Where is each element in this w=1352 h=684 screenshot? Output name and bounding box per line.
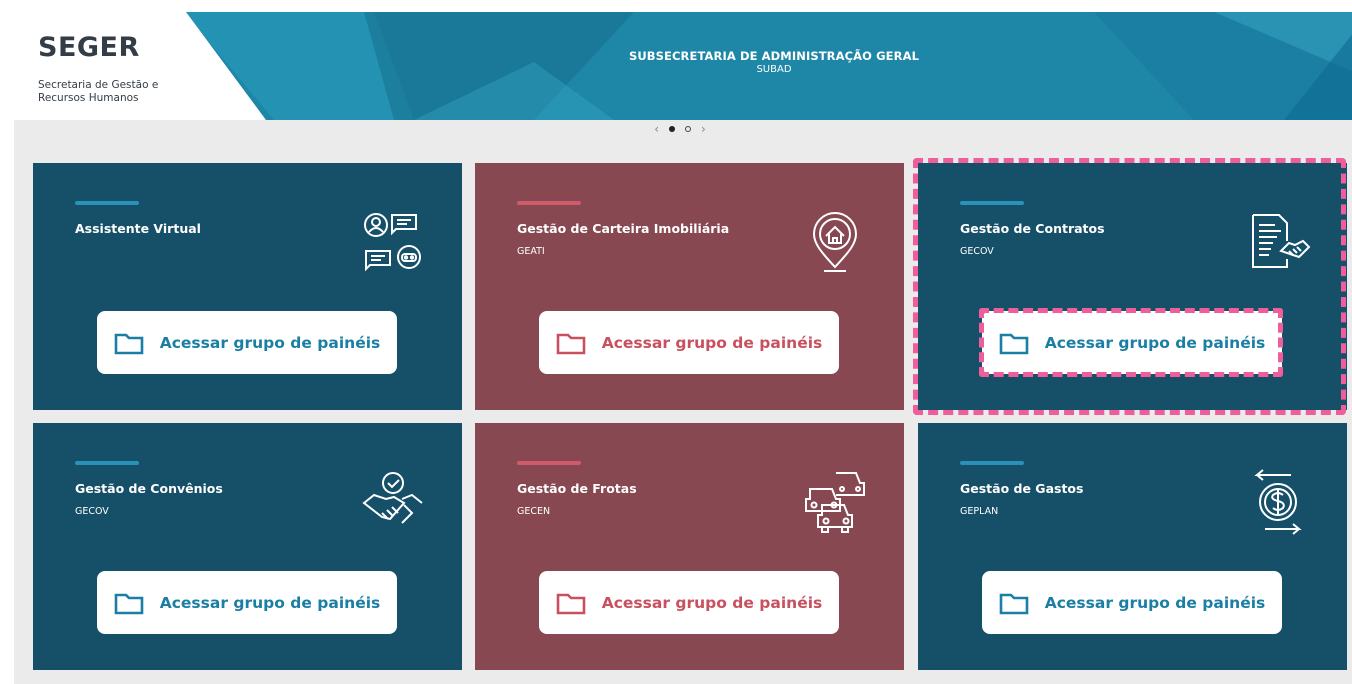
card-gestao-convenios: Gestão de Convênios GECOV Acessar grupo … <box>33 423 462 670</box>
cars-fleet-icon <box>805 472 865 533</box>
folder-icon <box>114 333 144 354</box>
card-accent-bar <box>960 201 1024 205</box>
seger-logo[interactable]: SEGER Secretaria de Gestão e Recursos Hu… <box>14 12 274 120</box>
folder-icon <box>999 333 1029 354</box>
access-panels-button[interactable]: Acessar grupo de painéis <box>97 571 397 634</box>
page-title: SUBSECRETARIA DE ADMINISTRAÇÃO GERAL <box>628 49 920 63</box>
card-accent-bar <box>517 461 581 465</box>
card-accent-bar <box>75 461 139 465</box>
carousel-indicators: ‹ › <box>640 120 720 138</box>
contract-handshake-icon <box>1252 214 1311 268</box>
folder-icon <box>999 593 1029 614</box>
card-title: Gestão de Carteira Imobiliária <box>517 221 730 236</box>
card-gestao-contratos: Gestão de Contratos GECOV Acessar grupo … <box>918 163 1347 410</box>
header-text: SUBSECRETARIA DE ADMINISTRAÇÃO GERAL SUB… <box>574 49 974 75</box>
carousel-next-button[interactable]: › <box>701 122 706 136</box>
card-assistente-virtual: Assistente Virtual Acessar grupo de pain… <box>33 163 462 410</box>
card-title: Gestão de Gastos <box>960 481 1084 496</box>
folder-icon <box>556 333 586 354</box>
card-title: Assistente Virtual <box>75 221 201 236</box>
access-panels-button[interactable]: Acessar grupo de painéis <box>982 571 1282 634</box>
logo-title: SEGER <box>38 32 140 63</box>
folder-icon <box>556 593 586 614</box>
card-gestao-gastos: Gestão de Gastos GEPLAN Acessar grupo de… <box>918 423 1347 670</box>
page-subtitle: SUBAD <box>756 64 792 75</box>
card-code: GECOV <box>75 506 109 517</box>
access-panels-button[interactable]: Acessar grupo de painéis <box>539 311 839 374</box>
card-title: Gestão de Convênios <box>75 481 223 496</box>
card-code: GEATI <box>517 246 545 257</box>
button-label: Acessar grupo de painéis <box>159 593 381 612</box>
header-banner: SEGER Secretaria de Gestão e Recursos Hu… <box>14 12 1352 120</box>
card-accent-bar <box>517 201 581 205</box>
carousel-prev-button[interactable]: ‹ <box>654 122 659 136</box>
money-exchange-icon <box>1254 469 1302 535</box>
carousel-dot-2[interactable] <box>685 126 691 132</box>
card-carteira-imobiliaria: Gestão de Carteira Imobiliária GEATI Ace… <box>475 163 904 410</box>
card-title: Gestão de Contratos <box>960 221 1105 236</box>
handshake-check-icon <box>362 472 423 524</box>
button-label: Acessar grupo de painéis <box>601 593 823 612</box>
card-accent-bar <box>75 201 139 205</box>
house-pin-icon <box>812 212 858 272</box>
logo-subtitle: Secretaria de Gestão e Recursos Humanos <box>38 79 159 104</box>
access-panels-button[interactable]: Acessar grupo de painéis <box>982 311 1282 374</box>
button-label: Acessar grupo de painéis <box>1044 593 1266 612</box>
button-label: Acessar grupo de painéis <box>159 333 381 352</box>
card-code: GECOV <box>960 246 994 257</box>
chat-assistant-icon <box>364 213 421 272</box>
card-code: GECEN <box>517 506 551 517</box>
access-panels-button[interactable]: Acessar grupo de painéis <box>97 311 397 374</box>
card-gestao-frotas: Gestão de Frotas GECEN Acessar grupo de … <box>475 423 904 670</box>
access-panels-button[interactable]: Acessar grupo de painéis <box>539 571 839 634</box>
folder-icon <box>114 593 144 614</box>
card-code: GEPLAN <box>960 506 999 517</box>
card-accent-bar <box>960 461 1024 465</box>
card-title: Gestão de Frotas <box>517 481 637 496</box>
button-label: Acessar grupo de painéis <box>1044 333 1266 352</box>
carousel-dot-1[interactable] <box>669 126 675 132</box>
button-label: Acessar grupo de painéis <box>601 333 823 352</box>
